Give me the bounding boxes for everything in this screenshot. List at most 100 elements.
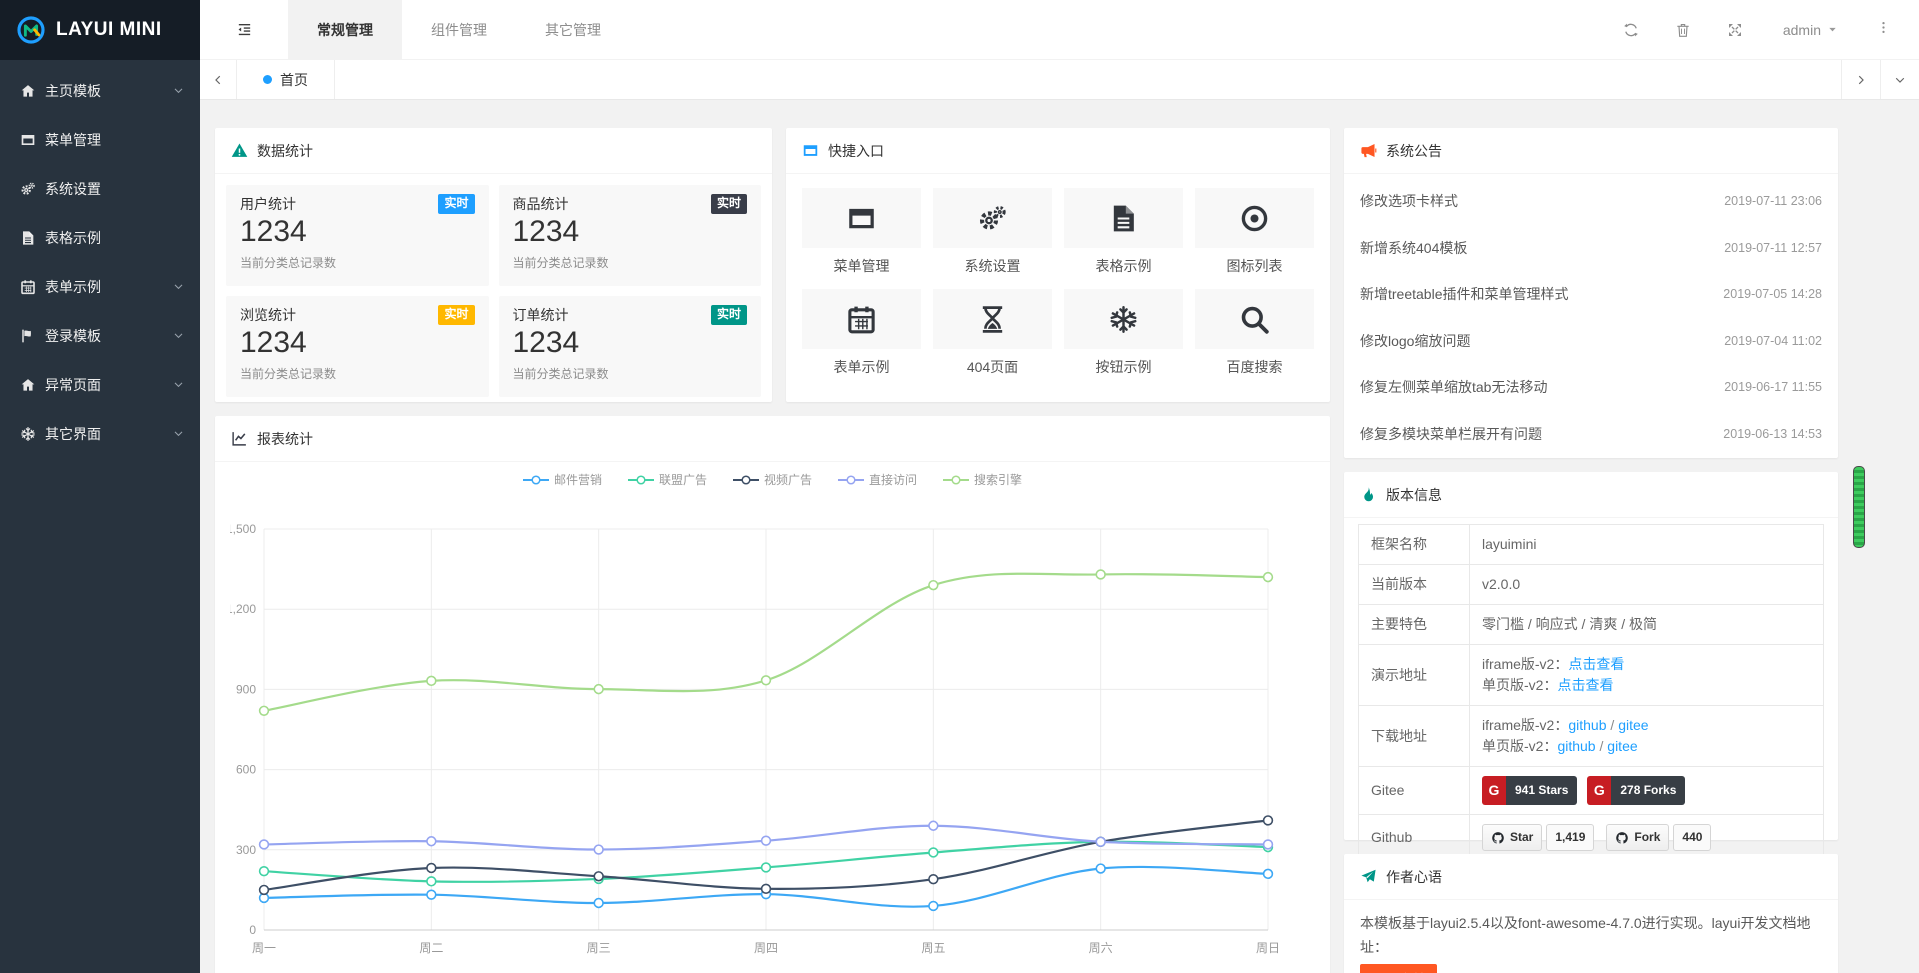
quick-entry-label: 表格示例 — [1064, 256, 1183, 276]
version-row-Gitee: GiteeG941 StarsG278 Forks — [1359, 767, 1824, 815]
link-github[interactable]: github — [1568, 717, 1606, 733]
paper-plane-icon — [1360, 868, 1377, 885]
status-badge: 实时 — [711, 305, 747, 325]
user-dropdown[interactable]: admin — [1761, 22, 1860, 38]
main-content: 数据统计 用户统计实时1234当前分类总记录数商品统计实时1234当前分类总记录… — [200, 100, 1919, 973]
legend-item-邮件营销[interactable]: 邮件营销 — [523, 471, 602, 488]
panel-author-title: 作者心语 — [1386, 867, 1442, 887]
version-row-value: 零门槛 / 响应式 / 清爽 / 极简 — [1470, 605, 1824, 645]
svg-text:300: 300 — [236, 843, 256, 857]
legend-item-视频广告[interactable]: 视频广告 — [733, 471, 812, 488]
header-nav-tab-3[interactable]: 其它管理 — [516, 0, 630, 59]
topbar-right: admin — [1605, 0, 1919, 59]
refresh-icon — [1623, 22, 1639, 38]
link-点击查看[interactable]: 点击查看 — [1557, 677, 1613, 693]
github-button-label: Star — [1510, 827, 1533, 848]
app-title: LAYUI MINI — [56, 19, 162, 41]
stat-card-desc: 当前分类总记录数 — [513, 254, 748, 271]
github-Fork-button[interactable]: Fork — [1606, 824, 1669, 851]
legend-marker-icon — [733, 475, 759, 485]
github-Star-group: Star 1,419 — [1482, 824, 1594, 851]
notice-date: 2019-07-05 14:28 — [1723, 287, 1822, 301]
svg-text:900: 900 — [236, 682, 256, 696]
quick-entry-按钮示例[interactable]: 按钮示例 — [1064, 289, 1183, 377]
quick-entry-label: 百度搜索 — [1195, 357, 1314, 377]
notice-text: 修改选项卡样式 — [1360, 191, 1458, 211]
tab-scroll-left-button[interactable] — [200, 60, 237, 99]
gitee-logo-icon: G — [1482, 776, 1506, 805]
link-gitee[interactable]: gitee — [1607, 738, 1637, 754]
legend-item-直接访问[interactable]: 直接访问 — [838, 471, 917, 488]
version-link-line: iframe版-v2：github / gitee — [1482, 715, 1811, 736]
chevron-down-icon — [172, 329, 185, 342]
more-menu-button[interactable] — [1860, 20, 1901, 40]
version-link-line: 单页版-v2：点击查看 — [1482, 675, 1811, 696]
layui-doc-button[interactable]: layui文档 — [1360, 964, 1437, 973]
header-nav-tab-1[interactable]: 常规管理 — [288, 0, 402, 59]
notice-date: 2019-06-13 14:53 — [1723, 427, 1822, 441]
sidebar-item-3-系统设置[interactable]: 系统设置 — [0, 164, 200, 213]
stat-card-1: 用户统计实时1234当前分类总记录数 — [226, 185, 489, 286]
quick-entry-菜单管理[interactable]: 菜单管理 — [802, 188, 921, 276]
header-nav-tab-2[interactable]: 组件管理 — [402, 0, 516, 59]
sidebar-item-2-菜单管理[interactable]: 菜单管理 — [0, 115, 200, 164]
sidebar-item-8-其它界面[interactable]: 其它界面 — [0, 409, 200, 458]
gitee-badge-278 Forks[interactable]: G278 Forks — [1587, 776, 1685, 805]
quick-entry-404页面[interactable]: 404页面 — [933, 289, 1052, 377]
tab-scroll-right-button[interactable] — [1841, 60, 1880, 99]
trash-icon — [1675, 22, 1691, 38]
github-Star-button[interactable]: Star — [1482, 824, 1542, 851]
version-row-label: 主要特色 — [1359, 605, 1470, 645]
version-row-label: 当前版本 — [1359, 565, 1470, 605]
sidebar-item-1-主页模板[interactable]: 主页模板 — [0, 66, 200, 115]
quick-entry-表单示例[interactable]: 表单示例 — [802, 289, 921, 377]
version-row-下载地址: 下载地址iframe版-v2：github / gitee单页版-v2：gith… — [1359, 706, 1824, 767]
tab-home[interactable]: 首页 — [237, 60, 335, 99]
stat-card-label: 用户统计 — [240, 194, 296, 214]
outdent-icon — [236, 21, 253, 38]
github-Fork-count[interactable]: 440 — [1673, 824, 1711, 851]
report-line-chart: 周一周二周三周四周五周六周日03006009001,2001,500 — [230, 494, 1315, 964]
quick-entry-百度搜索[interactable]: 百度搜索 — [1195, 289, 1314, 377]
sidebar-item-6-登录模板[interactable]: 登录模板 — [0, 311, 200, 360]
fullscreen-button[interactable] — [1709, 22, 1761, 38]
dots-vertical-icon — [1876, 20, 1891, 35]
chevron-down-icon — [172, 427, 185, 440]
home-icon — [20, 377, 36, 393]
notice-date: 2019-07-04 11:02 — [1724, 334, 1822, 348]
notice-text: 修复左侧菜单缩放tab无法移动 — [1360, 377, 1547, 397]
github-Star-count[interactable]: 1,419 — [1546, 824, 1594, 851]
stat-card-desc: 当前分类总记录数 — [240, 254, 475, 271]
link-prefix: iframe版-v2： — [1482, 656, 1568, 672]
sidebar-toggle-button[interactable] — [200, 0, 288, 59]
panel-quick-entry: 快捷入口 菜单管理系统设置表格示例图标列表表单示例404页面按钮示例百度搜索 — [786, 128, 1330, 402]
link-点击查看[interactable]: 点击查看 — [1568, 656, 1624, 672]
tab-operations-button[interactable] — [1880, 60, 1919, 99]
panel-notice-title: 系统公告 — [1386, 141, 1442, 161]
scrollbar-thumb[interactable] — [1853, 466, 1865, 548]
clear-cache-button[interactable] — [1657, 22, 1709, 38]
quick-entry-系统设置[interactable]: 系统设置 — [933, 188, 1052, 276]
refresh-button[interactable] — [1605, 22, 1657, 38]
sidebar-item-4-表格示例[interactable]: 表格示例 — [0, 213, 200, 262]
sidebar-item-label: 表格示例 — [45, 228, 185, 248]
quick-entry-表格示例[interactable]: 表格示例 — [1064, 188, 1183, 276]
gitee-badge-941 Stars[interactable]: G941 Stars — [1482, 776, 1577, 805]
sidebar-item-label: 表单示例 — [45, 277, 172, 297]
gears-icon — [977, 203, 1008, 234]
legend-item-联盟广告[interactable]: 联盟广告 — [628, 471, 707, 488]
quick-entry-图标列表[interactable]: 图标列表 — [1195, 188, 1314, 276]
fire-icon — [1360, 486, 1377, 503]
notice-text: 新增系统404模板 — [1360, 238, 1467, 258]
version-row-value: v2.0.0 — [1470, 565, 1824, 605]
sidebar-item-5-表单示例[interactable]: 表单示例 — [0, 262, 200, 311]
sidebar-item-label: 其它界面 — [45, 424, 172, 444]
link-github[interactable]: github — [1557, 738, 1595, 754]
legend-marker-icon — [943, 475, 969, 485]
sidebar-item-label: 登录模板 — [45, 326, 172, 346]
sidebar-item-7-异常页面[interactable]: 异常页面 — [0, 360, 200, 409]
link-gitee[interactable]: gitee — [1618, 717, 1648, 733]
stat-card-3: 浏览统计实时1234当前分类总记录数 — [226, 296, 489, 397]
notice-date: 2019-07-11 12:57 — [1724, 241, 1822, 255]
legend-item-搜索引擎[interactable]: 搜索引擎 — [943, 471, 1022, 488]
